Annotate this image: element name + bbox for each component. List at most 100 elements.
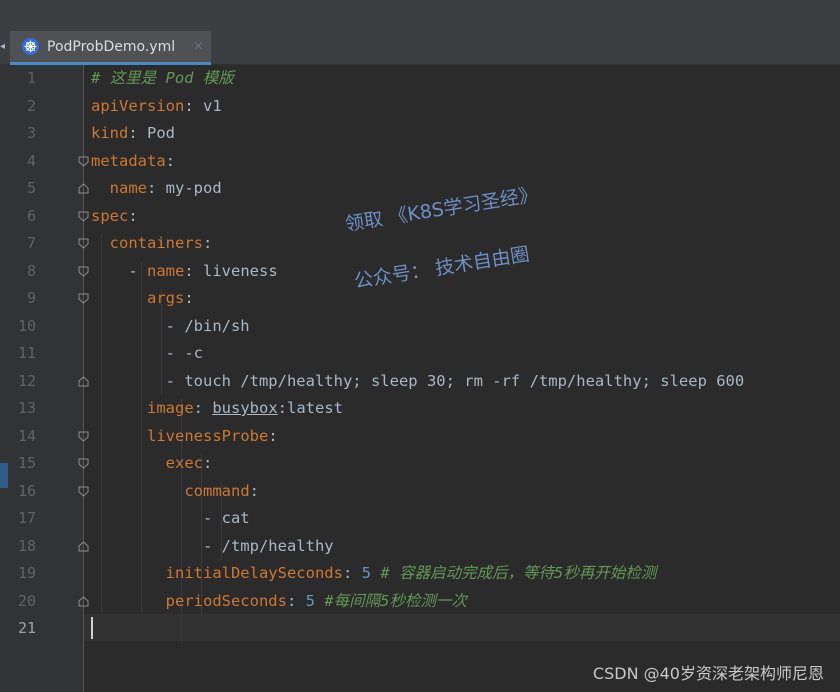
yaml-key: metadata (91, 151, 166, 170)
title-bar (0, 0, 840, 32)
code-line[interactable]: metadata: (91, 148, 175, 176)
code-line[interactable]: - /tmp/healthy (91, 533, 334, 561)
fold-end-icon[interactable] (78, 595, 89, 607)
line-number: 20 (17, 591, 36, 610)
code-token: 5 (361, 564, 371, 582)
watermark-line-2: 公众号： 技术自由圈 (352, 243, 531, 293)
code-token: : (286, 591, 306, 610)
code-line[interactable]: initialDelaySeconds: 5 # 容器启动完成后，等待5秒再开始… (91, 560, 657, 588)
close-icon[interactable]: × (193, 39, 204, 54)
code-line[interactable]: args: (91, 285, 194, 313)
line-number: 1 (26, 69, 36, 87)
line-number: 3 (26, 124, 36, 142)
code-line[interactable]: exec: (91, 450, 213, 478)
code-token: : (193, 399, 213, 417)
code-token: busybox (212, 399, 278, 417)
yaml-comment: # 这里是 Pod 模版 (91, 69, 234, 87)
tab-podprobdemo[interactable]: PodProbDemo.yml × (10, 31, 211, 65)
yaml-key: initialDelaySeconds (165, 564, 343, 582)
code-line[interactable]: # 这里是 Pod 模版 (91, 65, 234, 93)
yaml-key: args (147, 289, 185, 307)
code-token: : (249, 481, 259, 500)
fold-open-icon[interactable] (78, 238, 89, 249)
code-line[interactable]: livenessProbe: (91, 423, 278, 451)
code-token: - cat (91, 509, 250, 527)
fold-end-icon[interactable] (78, 375, 89, 387)
fold-open-icon[interactable] (78, 486, 89, 497)
kubernetes-icon (22, 38, 39, 55)
yaml-key: apiVersion (91, 96, 185, 115)
line-number: 16 (17, 481, 36, 500)
current-line-highlight (84, 614, 840, 641)
line-number: 8 (26, 261, 36, 280)
fold-open-icon[interactable] (78, 293, 89, 304)
fold-open-icon[interactable] (78, 211, 89, 222)
line-number: 9 (26, 289, 36, 307)
code-line[interactable]: name: my-pod (91, 175, 222, 203)
code-line[interactable]: kind: Pod (91, 120, 175, 148)
text-caret (91, 617, 93, 639)
line-number-gutter: 1 2 3 4 5 6 7 8 9 10 11 12 13 14 15 16 17 18 19 20 21 (0, 65, 89, 692)
fold-open-icon[interactable] (78, 266, 89, 277)
watermark-line-1: 领取 《K8S学习圣经》 (343, 183, 540, 236)
code-line[interactable]: command: (91, 478, 259, 506)
code-token: - /tmp/healthy (91, 536, 334, 555)
line-number: 19 (17, 564, 36, 582)
yaml-key: periodSeconds (165, 591, 287, 610)
yaml-key: name (109, 179, 147, 197)
line-number: 6 (26, 206, 36, 225)
yaml-key: image (147, 399, 194, 417)
line-number: 18 (17, 536, 36, 555)
line-number: 11 (17, 344, 36, 362)
fold-open-icon[interactable] (78, 458, 89, 469)
code-line[interactable]: containers: (91, 230, 213, 258)
yaml-key: command (184, 481, 250, 500)
line-number: 4 (26, 151, 36, 170)
code-token: - touch /tmp/healthy; sleep 30; rm -rf /… (91, 371, 745, 390)
code-line[interactable]: periodSeconds: 5 #每间隔5秒检测一次 (91, 588, 467, 616)
code-token: - -c (91, 344, 203, 362)
yaml-key: spec (91, 206, 129, 225)
code-line[interactable]: - /bin/sh (91, 313, 250, 341)
yaml-key: livenessProbe (147, 426, 269, 445)
line-number: 15 (17, 454, 36, 472)
yaml-key: exec (165, 454, 203, 472)
code-token: : (128, 206, 138, 225)
code-line[interactable]: spec: (91, 203, 138, 231)
code-line[interactable]: apiVersion: v1 (91, 93, 222, 121)
fold-end-icon[interactable] (78, 540, 89, 552)
csdn-credit: CSDN @40岁资深老架构师尼恩 (592, 664, 824, 683)
editor-tab-bar: ◂ PodProbDemo.yml × (0, 31, 840, 65)
code-token: : (342, 564, 362, 582)
fold-open-icon[interactable] (78, 431, 89, 442)
tab-title: PodProbDemo.yml (47, 39, 176, 55)
code-token: - /bin/sh (91, 316, 250, 335)
code-line[interactable]: - touch /tmp/healthy; sleep 30; rm -rf /… (91, 368, 745, 396)
yaml-comment: #每间隔5秒检测一次 (324, 591, 468, 610)
code-line[interactable]: - name: liveness (91, 258, 277, 286)
tab-scroll-left-icon[interactable]: ◂ (0, 41, 5, 52)
yaml-key: name (147, 261, 185, 280)
code-token: : v1 (184, 96, 222, 115)
code-token: : (165, 151, 175, 170)
code-line[interactable]: image: busybox:latest (91, 395, 343, 423)
fold-end-icon[interactable] (78, 183, 89, 194)
line-number: 12 (17, 371, 36, 390)
code-editor[interactable]: 1 2 3 4 5 6 7 8 9 10 11 12 13 14 15 16 17 18 19 20 21 # 这里是 … (0, 65, 840, 692)
fold-open-icon[interactable] (78, 156, 89, 167)
code-line[interactable]: - -c (91, 340, 203, 368)
code-token: : (268, 426, 278, 445)
code-line[interactable]: - cat (91, 505, 250, 533)
yaml-key: kind (91, 124, 129, 142)
